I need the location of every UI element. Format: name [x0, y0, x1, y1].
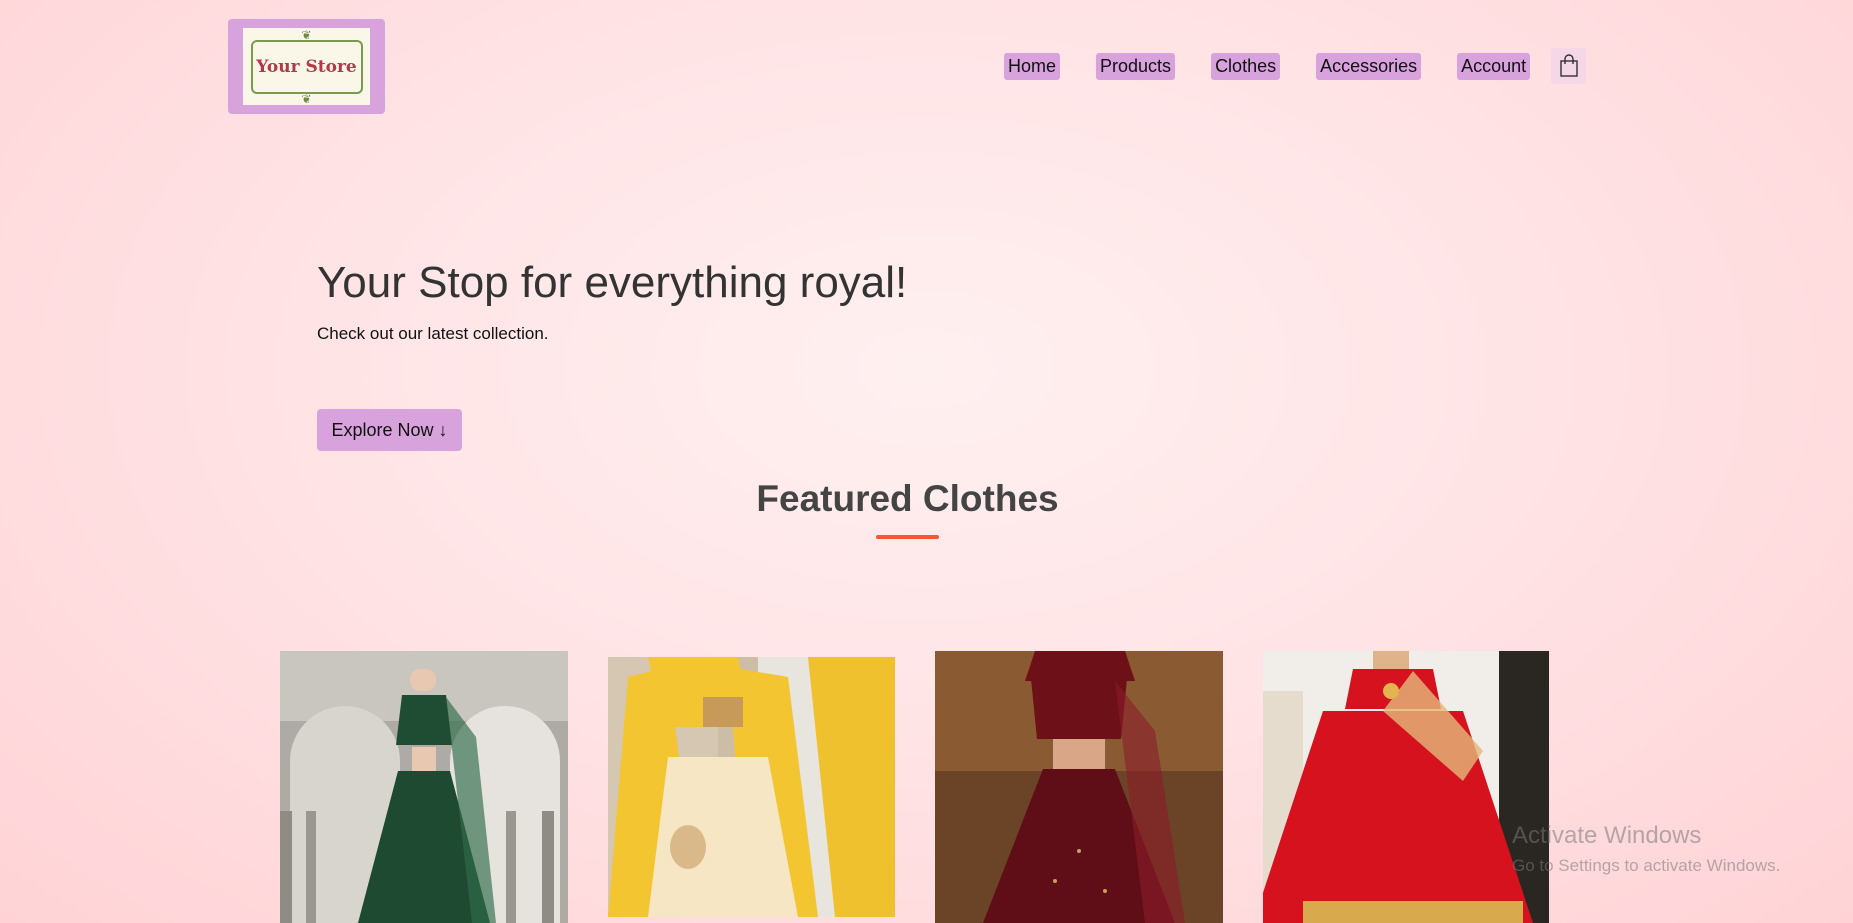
nav-accessories[interactable]: Accessories — [1316, 53, 1422, 80]
product-card-yellow-lehenga[interactable] — [608, 657, 895, 917]
shopping-bag-icon — [1559, 54, 1578, 77]
logo-frame: Your Store — [250, 39, 363, 94]
watermark-subtitle: Go to Settings to activate Windows. — [1512, 856, 1781, 875]
logo-badge: Your Store — [243, 28, 370, 105]
product-card-red-lehenga[interactable] — [1263, 651, 1549, 923]
nav-products[interactable]: Products — [1096, 53, 1176, 80]
main-nav: Home Products Clothes Accessories Accoun… — [1004, 53, 1566, 80]
hero-title: Your Stop for everything royal! — [317, 258, 908, 307]
title-underline — [876, 535, 939, 539]
product-card-maroon-lehenga[interactable] — [935, 651, 1223, 923]
watermark-title: Activate Windows — [1512, 822, 1702, 849]
logo-text: Your Store — [256, 56, 357, 77]
nav-home[interactable]: Home — [1004, 53, 1061, 80]
explore-now-button[interactable]: Explore Now ↓ — [317, 409, 462, 451]
product-image — [608, 657, 895, 917]
site-header: Your Store Home Products Clothes Accesso… — [0, 0, 1853, 130]
store-logo[interactable]: Your Store — [228, 19, 385, 114]
product-image — [1263, 651, 1549, 923]
product-image — [935, 651, 1223, 923]
windows-activation-watermark: Activate Windows Go to Settings to activ… — [1512, 822, 1780, 876]
nav-clothes[interactable]: Clothes — [1211, 53, 1281, 80]
cart-button[interactable] — [1551, 48, 1586, 84]
product-card-green-lehenga[interactable] — [280, 651, 568, 923]
hero-subtitle: Check out our latest collection. — [317, 324, 549, 343]
featured-title: Featured Clothes — [756, 478, 1059, 519]
nav-account[interactable]: Account — [1457, 53, 1531, 80]
product-image — [280, 651, 568, 923]
